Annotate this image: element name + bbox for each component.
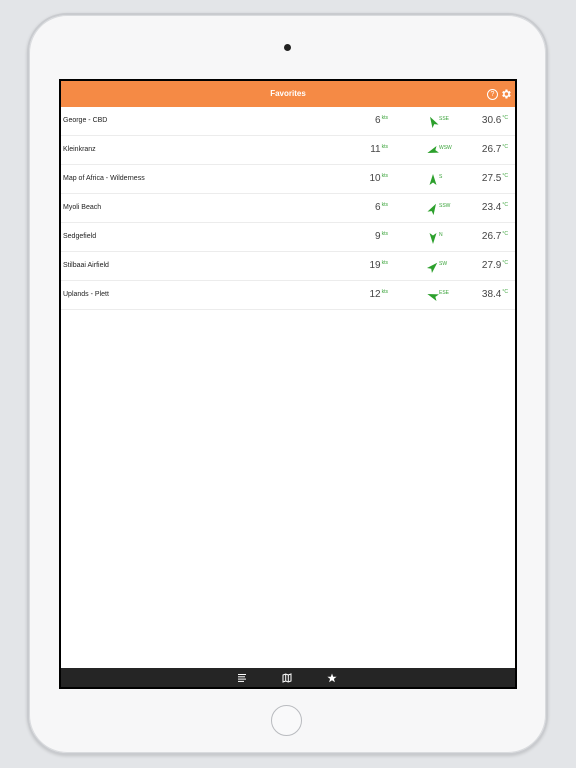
temp-unit: °C <box>502 173 508 179</box>
wind-speed: 19kts <box>369 260 388 271</box>
speed-unit: kts <box>381 289 388 295</box>
wind-direction: ESE <box>439 290 450 296</box>
wind-direction: SSE <box>439 116 450 122</box>
list-item[interactable]: Sedgefield 9kts N 26.7°C <box>61 223 515 252</box>
list-item[interactable]: Uplands - Plett 12kts ESE 38.4°C <box>61 281 515 310</box>
wind-speed: 10kts <box>369 173 388 184</box>
list-item[interactable]: Myoli Beach 6kts SSW 23.4°C <box>61 194 515 223</box>
wind-speed: 9kts <box>375 231 388 242</box>
list-icon <box>238 674 246 682</box>
wind-direction: SSW <box>439 203 451 209</box>
speed-unit: kts <box>381 231 388 237</box>
temp-unit: °C <box>502 231 508 237</box>
list-item[interactable]: Stilbaai Airfield 19kts SW 27.9°C <box>61 252 515 281</box>
list-item[interactable]: Map of Africa - Wilderness 10kts S 27.5°… <box>61 165 515 194</box>
temperature: 27.5°C <box>481 173 508 184</box>
star-icon <box>327 673 337 683</box>
list-item[interactable]: Kleinkranz 11kts WSW 26.7°C <box>61 136 515 165</box>
speed-unit: kts <box>381 115 388 121</box>
wind-arrow-icon <box>429 233 437 244</box>
wind-direction: S <box>439 174 443 180</box>
wind-speed: 6kts <box>375 202 388 213</box>
location-name: Uplands - Plett <box>63 291 109 298</box>
temp-unit: °C <box>502 115 508 121</box>
location-name: Sedgefield <box>63 233 97 240</box>
gear-icon[interactable] <box>500 88 512 100</box>
favorites-list: George - CBD 6kts SSE 30.6°C Kleinkranz … <box>61 107 515 310</box>
location-name: Kleinkranz <box>63 146 96 153</box>
speed-unit: kts <box>381 144 388 150</box>
location-name: Stilbaai Airfield <box>63 262 109 269</box>
app-view: Favorites ? George - CBD 6kts SSE 30.6°C… <box>61 81 515 687</box>
location-name: George - CBD <box>63 117 108 124</box>
speed-unit: kts <box>381 260 388 266</box>
temperature: 38.4°C <box>481 289 508 300</box>
location-name: Map of Africa - Wilderness <box>63 175 145 182</box>
navigation-bar: Favorites ? <box>61 81 515 107</box>
temperature: 27.9°C <box>481 260 508 271</box>
wind-direction: SW <box>439 261 448 267</box>
page-title: Favorites <box>270 89 306 98</box>
wind-direction: N <box>439 232 443 238</box>
screen: Favorites ? George - CBD 6kts SSE 30.6°C… <box>59 79 517 689</box>
temp-unit: °C <box>502 144 508 150</box>
camera-dot <box>284 44 291 51</box>
tab-list[interactable] <box>237 673 247 683</box>
tab-bar <box>61 668 515 687</box>
wind-arrow-icon <box>429 174 437 185</box>
temperature: 26.7°C <box>481 231 508 242</box>
temperature: 26.7°C <box>481 144 508 155</box>
home-button[interactable] <box>271 705 302 736</box>
tab-map[interactable] <box>282 673 292 683</box>
wind-speed: 12kts <box>369 289 388 300</box>
list-item[interactable]: George - CBD 6kts SSE 30.6°C <box>61 107 515 136</box>
map-icon <box>282 673 292 683</box>
temp-unit: °C <box>502 260 508 266</box>
wind-speed: 6kts <box>375 115 388 126</box>
temp-unit: °C <box>502 202 508 208</box>
location-name: Myoli Beach <box>63 204 102 211</box>
tab-favorites[interactable] <box>327 673 337 683</box>
temp-unit: °C <box>502 289 508 295</box>
wind-direction: WSW <box>439 145 452 151</box>
speed-unit: kts <box>381 173 388 179</box>
help-icon[interactable]: ? <box>487 89 498 100</box>
wind-speed: 11kts <box>370 144 388 155</box>
speed-unit: kts <box>381 202 388 208</box>
temperature: 30.6°C <box>481 115 508 126</box>
temperature: 23.4°C <box>481 202 508 213</box>
